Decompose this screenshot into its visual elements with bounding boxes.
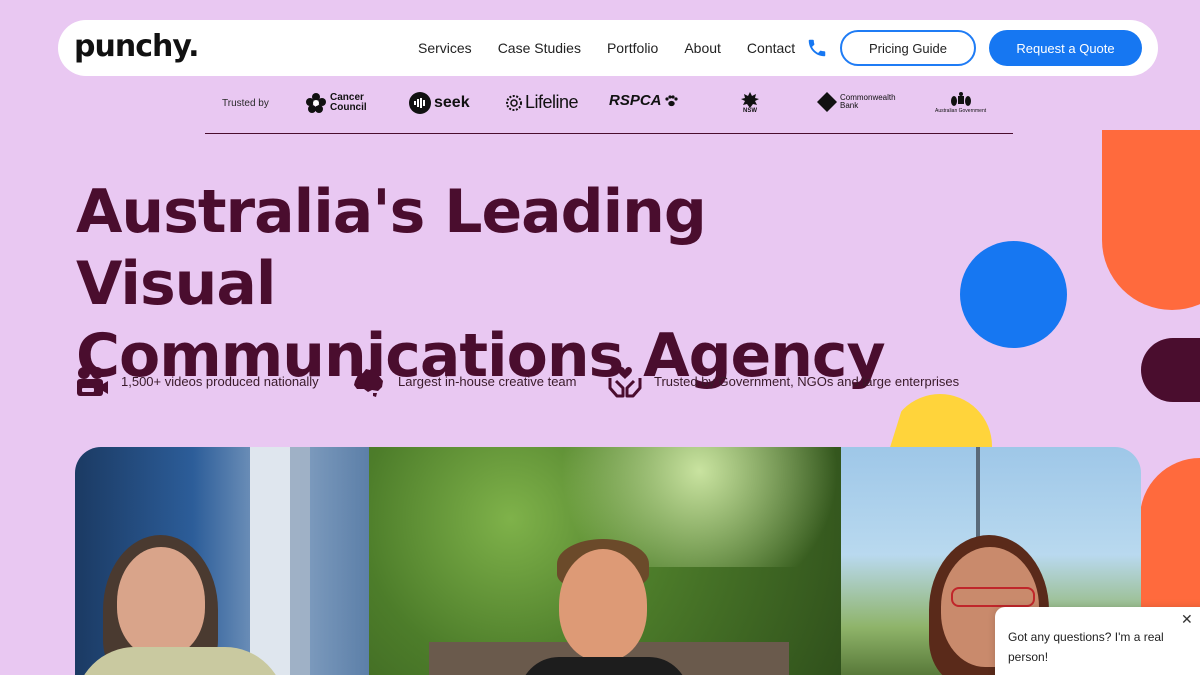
coat-of-arms-icon [950, 92, 971, 106]
nav-contact[interactable]: Contact [747, 40, 795, 56]
hero-headline-line1: Australia's Leading Visual [76, 177, 707, 319]
nav-portfolio[interactable]: Portfolio [607, 40, 658, 56]
feature-videos: 1,500+ videos produced nationally [75, 362, 319, 400]
top-navigation: punchy. Services Case Studies Portfolio … [58, 20, 1158, 76]
nav-links: Services Case Studies Portfolio About Co… [418, 20, 821, 76]
nav-about[interactable]: About [684, 40, 721, 56]
lifeline-ring-icon [506, 94, 522, 111]
rspca-logo: RSPCA [609, 92, 678, 109]
heart-hands-icon [608, 366, 642, 398]
feature-team-text: Largest in-house creative team [398, 373, 577, 389]
chat-message: Got any questions? I'm a real person! [1008, 630, 1164, 664]
orange-arch-shape [1102, 130, 1200, 310]
photo-face [559, 549, 647, 661]
australia-map-icon [354, 367, 383, 397]
photo-building-column [250, 447, 290, 675]
feature-videos-text: 1,500+ videos produced nationally [121, 373, 319, 389]
photo-building-column-shade [290, 447, 310, 675]
feature-trusted-text: Trusted by Government, NGOs and large en… [654, 373, 960, 389]
pricing-guide-button[interactable]: Pricing Guide [840, 30, 976, 66]
cancer-council-logo: Cancer Council [305, 92, 368, 114]
australian-government-logo: Australian Government [935, 92, 986, 114]
photo-glasses [951, 587, 1035, 607]
photo-face [117, 547, 205, 657]
chat-close-icon[interactable]: ✕ [1181, 611, 1193, 628]
trusted-by-bar: Trusted by Cancer Council seek Lifeline … [205, 86, 1013, 134]
nav-services[interactable]: Services [418, 40, 472, 56]
photo-man [369, 447, 841, 675]
video-camera-icon [77, 367, 108, 396]
blue-circle-shape [960, 241, 1067, 348]
yellow-arc-shape [888, 394, 992, 454]
seek-logo: seek [409, 92, 470, 114]
daffodil-icon [306, 93, 326, 113]
feature-team: Largest in-house creative team [352, 362, 576, 400]
lifeline-logo: Lifeline [505, 92, 579, 113]
nsw-logo: NSW [739, 92, 761, 114]
team-photos [75, 447, 1141, 675]
nav-case-studies[interactable]: Case Studies [498, 40, 581, 56]
commonwealth-bank-logo: Commonwealth Bank [817, 92, 900, 112]
cba-diamond-icon [817, 92, 837, 112]
punchy-logo[interactable]: punchy. [74, 29, 200, 64]
paw-icon [664, 94, 678, 106]
photo-shirt [519, 657, 689, 675]
maroon-pill-shape [1141, 338, 1200, 402]
photo-woman-1 [75, 447, 369, 675]
chat-widget[interactable]: ✕ Got any questions? I'm a real person! [995, 607, 1200, 675]
phone-icon[interactable] [806, 37, 828, 59]
trusted-by-label: Trusted by [222, 98, 269, 109]
feature-trusted: Trusted by Government, NGOs and large en… [608, 362, 959, 400]
request-quote-button[interactable]: Request a Quote [989, 30, 1142, 66]
seek-mark-icon [409, 92, 431, 114]
hero-headline: Australia's Leading Visual Communication… [76, 176, 896, 392]
waratah-icon [741, 92, 759, 108]
